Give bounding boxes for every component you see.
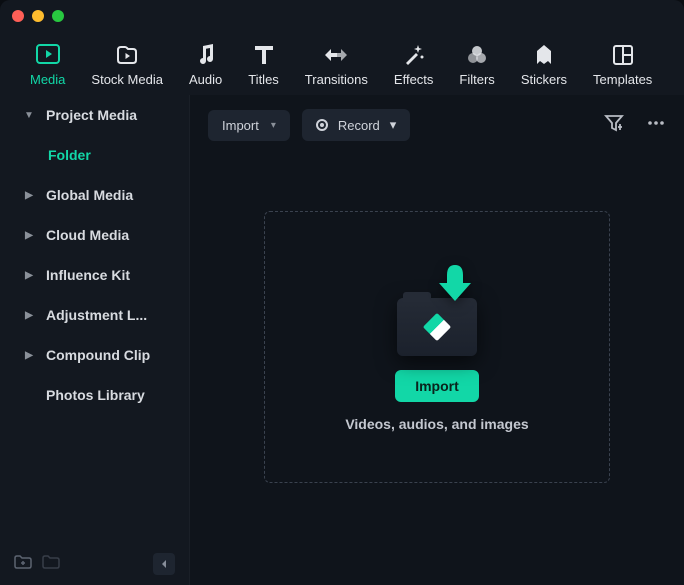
titlebar xyxy=(0,0,684,32)
main-panel: Import ▾ Record ▾ xyxy=(190,95,684,585)
tab-stock-media[interactable]: Stock Media xyxy=(91,42,163,87)
tab-filters[interactable]: Filters xyxy=(459,42,494,87)
tab-label: Transitions xyxy=(305,72,368,87)
sidebar-item-label: Cloud Media xyxy=(46,227,129,243)
sidebar-item-label: Influence Kit xyxy=(46,267,130,283)
content-area: ▼ Project Media Folder ▶ Global Media ▶ … xyxy=(0,95,684,585)
tab-label: Media xyxy=(30,72,65,87)
tab-stickers[interactable]: Stickers xyxy=(521,42,567,87)
tab-effects[interactable]: Effects xyxy=(394,42,434,87)
titles-icon xyxy=(251,42,277,68)
chevron-right-icon: ▶ xyxy=(22,230,36,241)
folder-icon[interactable] xyxy=(42,554,60,575)
tab-audio[interactable]: Audio xyxy=(189,42,222,87)
audio-icon xyxy=(193,42,219,68)
chevron-down-icon: ▾ xyxy=(271,120,276,131)
filters-icon xyxy=(464,42,490,68)
import-dropdown[interactable]: Import ▾ xyxy=(208,110,290,141)
close-icon[interactable] xyxy=(12,10,24,22)
minimize-icon[interactable] xyxy=(32,10,44,22)
tab-media[interactable]: Media xyxy=(30,42,65,87)
chevron-right-icon: ▶ xyxy=(22,270,36,281)
stock-media-icon xyxy=(114,42,140,68)
record-dropdown-label: Record xyxy=(338,118,380,133)
tab-label: Templates xyxy=(593,72,652,87)
top-toolbar: Media Stock Media Audio Titles Transitio… xyxy=(0,32,684,95)
collapse-sidebar-button[interactable] xyxy=(153,553,175,575)
media-icon xyxy=(35,42,61,68)
transitions-icon xyxy=(323,42,349,68)
dropzone-hint: Videos, audios, and images xyxy=(345,416,528,432)
tab-templates[interactable]: Templates xyxy=(593,42,652,87)
app-logo-icon xyxy=(423,312,451,340)
sidebar-item-global-media[interactable]: ▶ Global Media xyxy=(0,175,189,215)
tab-transitions[interactable]: Transitions xyxy=(305,42,368,87)
sidebar-item-folder[interactable]: Folder xyxy=(0,135,189,175)
sidebar-item-label: Adjustment L... xyxy=(46,307,147,323)
sidebar: ▼ Project Media Folder ▶ Global Media ▶ … xyxy=(0,95,190,585)
import-dropzone[interactable]: Import Videos, audios, and images xyxy=(264,211,610,483)
sidebar-item-label: Global Media xyxy=(46,187,133,203)
import-button-label: Import xyxy=(415,378,459,394)
record-icon xyxy=(316,119,328,131)
sidebar-item-photos-library[interactable]: Photos Library xyxy=(0,375,189,415)
effects-icon xyxy=(401,42,427,68)
record-dropdown[interactable]: Record ▾ xyxy=(302,109,410,141)
chevron-right-icon: ▶ xyxy=(22,190,36,201)
sidebar-item-adjustment-layer[interactable]: ▶ Adjustment L... xyxy=(0,295,189,335)
sidebar-item-cloud-media[interactable]: ▶ Cloud Media xyxy=(0,215,189,255)
new-folder-icon[interactable] xyxy=(14,554,32,575)
tab-titles[interactable]: Titles xyxy=(248,42,279,87)
import-dropdown-label: Import xyxy=(222,118,259,133)
templates-icon xyxy=(610,42,636,68)
filter-icon[interactable] xyxy=(604,114,624,137)
maximize-icon[interactable] xyxy=(52,10,64,22)
tab-label: Stock Media xyxy=(91,72,163,87)
import-button[interactable]: Import xyxy=(395,370,479,402)
sidebar-item-label: Project Media xyxy=(46,107,137,123)
tab-label: Effects xyxy=(394,72,434,87)
stickers-icon xyxy=(531,42,557,68)
sidebar-item-project-media[interactable]: ▼ Project Media xyxy=(0,95,189,135)
tab-label: Stickers xyxy=(521,72,567,87)
sidebar-item-label: Folder xyxy=(48,147,91,163)
main-toolbar: Import ▾ Record ▾ xyxy=(208,109,666,141)
tab-label: Filters xyxy=(459,72,494,87)
app-window: Media Stock Media Audio Titles Transitio… xyxy=(0,0,684,585)
tab-label: Titles xyxy=(248,72,279,87)
sidebar-footer xyxy=(0,543,189,585)
chevron-down-icon: ▼ xyxy=(22,110,36,121)
more-icon[interactable] xyxy=(646,114,666,137)
chevron-right-icon: ▶ xyxy=(22,350,36,361)
sidebar-item-label: Compound Clip xyxy=(46,347,150,363)
sidebar-item-label: Photos Library xyxy=(46,387,145,403)
chevron-down-icon: ▾ xyxy=(390,117,397,133)
chevron-right-icon: ▶ xyxy=(22,310,36,321)
tab-label: Audio xyxy=(189,72,222,87)
sidebar-item-compound-clip[interactable]: ▶ Compound Clip xyxy=(0,335,189,375)
sidebar-list: ▼ Project Media Folder ▶ Global Media ▶ … xyxy=(0,95,189,543)
download-arrow-icon xyxy=(437,263,473,308)
sidebar-item-influence-kit[interactable]: ▶ Influence Kit xyxy=(0,255,189,295)
